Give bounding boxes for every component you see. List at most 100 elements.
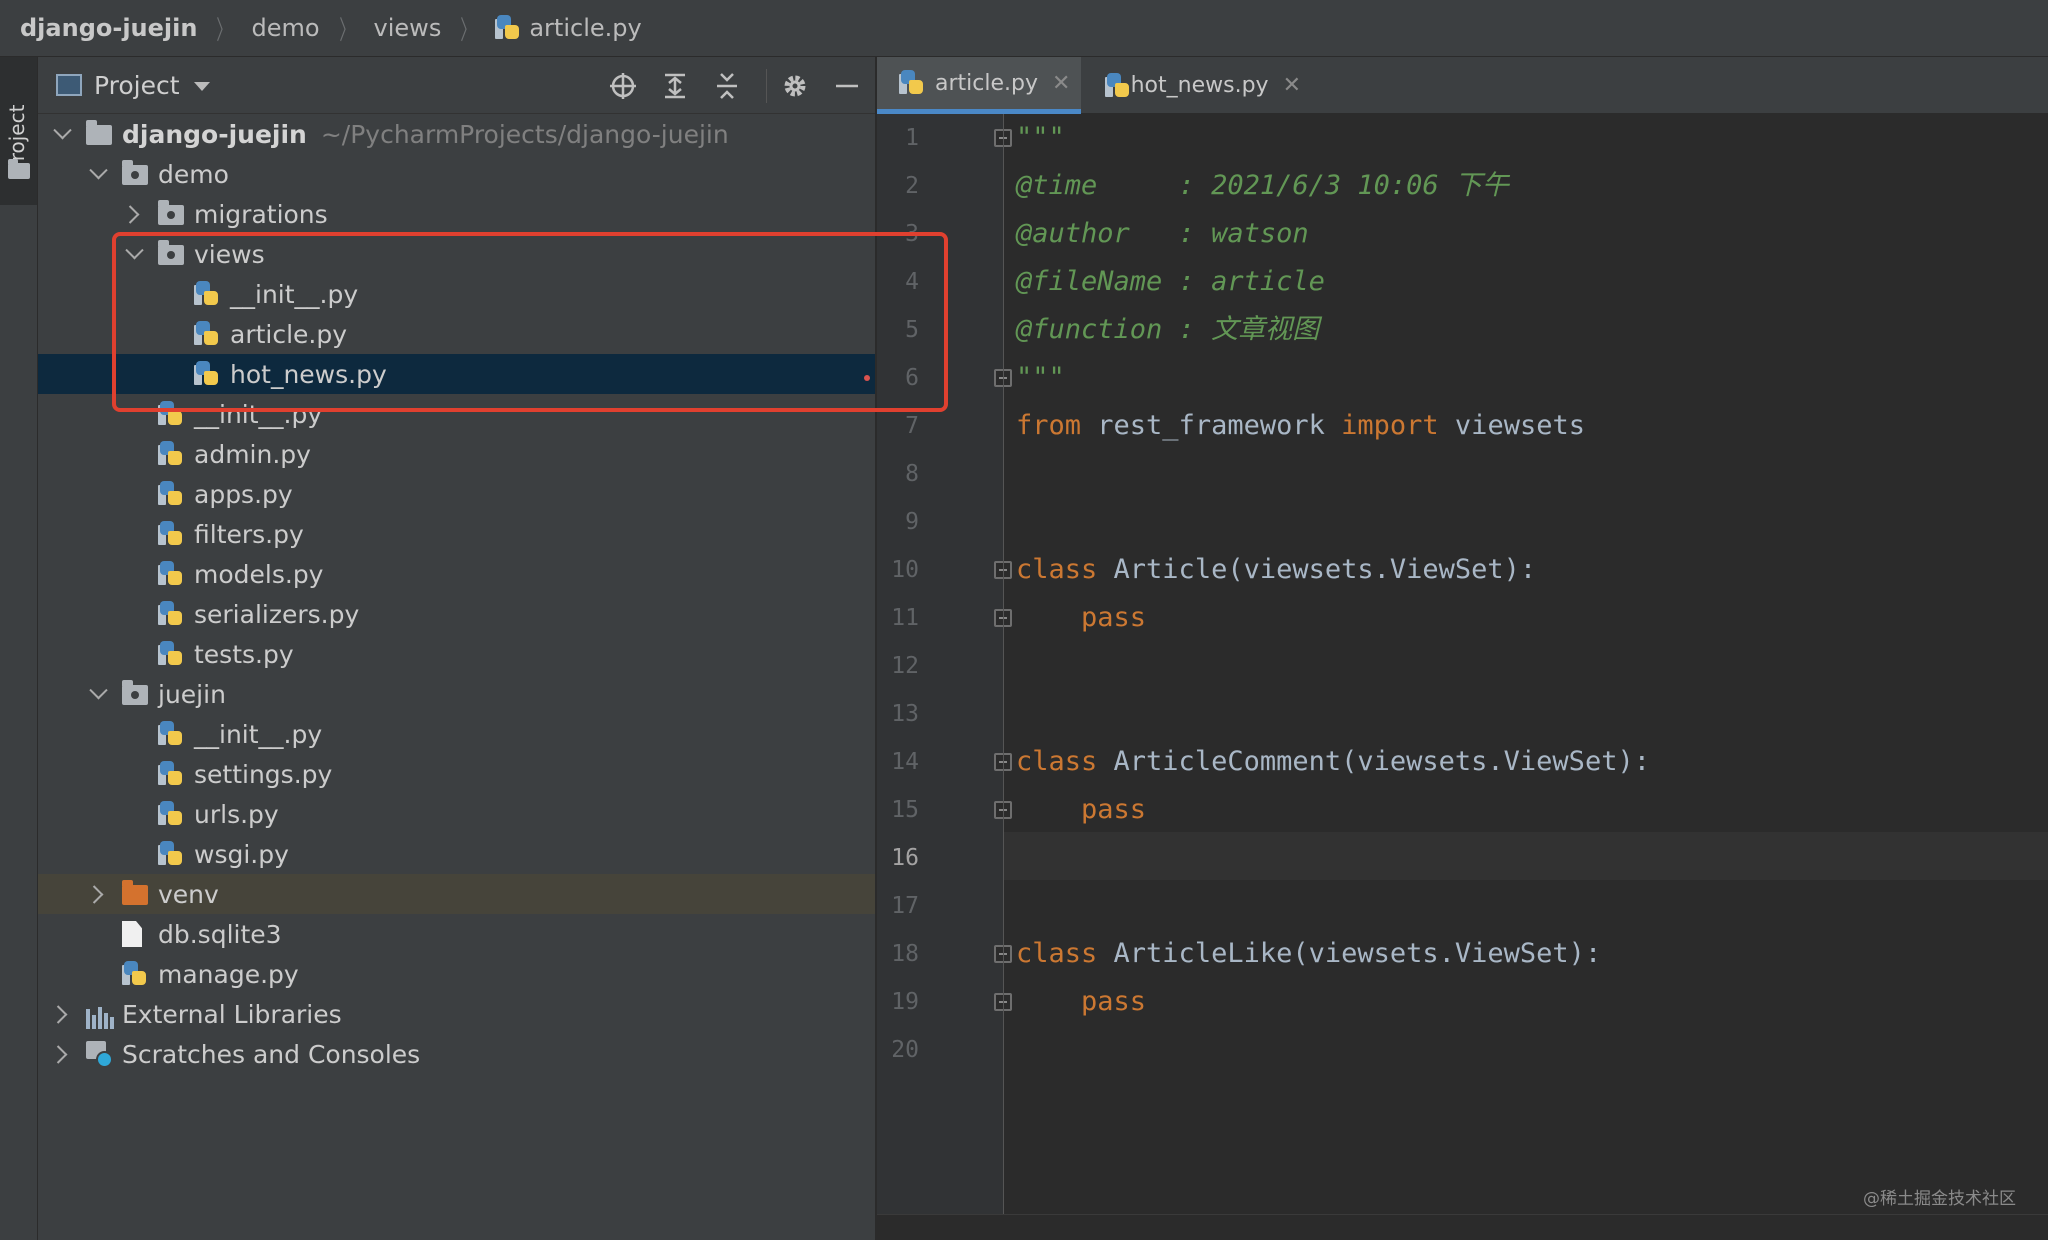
- python-file-icon: [158, 561, 184, 587]
- line-number: 13: [891, 701, 919, 727]
- tree-item-label: db.sqlite3: [158, 920, 282, 949]
- collapse-all-icon[interactable]: [712, 71, 742, 101]
- tree-item[interactable]: settings.py: [38, 754, 875, 794]
- tree-item[interactable]: db.sqlite3: [38, 914, 875, 954]
- tree-item[interactable]: migrations: [38, 194, 875, 234]
- tree-item[interactable]: juejin: [38, 674, 875, 714]
- tree-item[interactable]: __init__.py: [38, 714, 875, 754]
- python-file-icon: [158, 441, 184, 467]
- python-file-icon: [495, 15, 521, 41]
- close-icon[interactable]: ✕: [1052, 71, 1070, 96]
- code-line: @time : 2021/6/3 10:06 下午: [1016, 162, 1509, 210]
- gear-icon[interactable]: [780, 71, 810, 101]
- chevron-right-icon[interactable]: [52, 1044, 72, 1064]
- tree-item-label: serializers.py: [194, 600, 359, 629]
- breadcrumb-item-views[interactable]: views: [374, 14, 442, 42]
- folder-icon: [8, 159, 30, 179]
- tree-item[interactable]: models.py: [38, 554, 875, 594]
- line-number: 2: [905, 173, 919, 199]
- line-number: 15: [891, 797, 919, 823]
- tree-item-label: manage.py: [158, 960, 299, 989]
- tree-item[interactable]: tests.py: [38, 634, 875, 674]
- tree-item[interactable]: serializers.py: [38, 594, 875, 634]
- chevron-right-icon[interactable]: [124, 204, 144, 224]
- line-number: 17: [891, 893, 919, 919]
- python-file-icon: [158, 761, 184, 787]
- tree-item-label: migrations: [194, 200, 328, 229]
- code-docstring: @fileName : article: [1016, 266, 1325, 297]
- tree-item[interactable]: filters.py: [38, 514, 875, 554]
- tree-item[interactable]: apps.py: [38, 474, 875, 514]
- tree-item-text: filters.py: [194, 519, 304, 549]
- chevron-down-icon[interactable]: [88, 164, 108, 184]
- tree-item[interactable]: venv: [38, 874, 875, 914]
- line-number: 19: [891, 989, 919, 1015]
- breadcrumb-separator: 〉: [460, 15, 477, 46]
- expand-all-icon[interactable]: [660, 71, 690, 101]
- tree-item[interactable]: wsgi.py: [38, 834, 875, 874]
- tree-item[interactable]: admin.py: [38, 434, 875, 474]
- tree-item-text: Scratches and Consoles: [122, 1039, 421, 1069]
- tree-item-label: django-juejin ~/PycharmProjects/django-ju…: [122, 120, 729, 149]
- close-icon[interactable]: ✕: [1283, 73, 1301, 98]
- horizontal-scrollbar[interactable]: [877, 1214, 2048, 1240]
- tree-item[interactable]: Scratches and Consoles: [38, 1034, 875, 1074]
- tree-item-text: tests.py: [194, 639, 294, 669]
- breadcrumb-item-project[interactable]: django-juejin: [20, 14, 197, 42]
- breadcrumb-separator: 〉: [338, 15, 355, 46]
- current-line-highlight: [1004, 832, 2048, 880]
- tree-item[interactable]: demo: [38, 154, 875, 194]
- line-number: 9: [905, 509, 919, 535]
- python-file-icon: [158, 481, 184, 507]
- locate-file-icon[interactable]: [608, 71, 638, 101]
- tab-hot-news-py[interactable]: hot_news.py ✕: [1081, 57, 1301, 114]
- chevron-down-icon[interactable]: [52, 124, 72, 144]
- tree-item-text: manage.py: [158, 959, 299, 989]
- folder-icon: [86, 120, 112, 145]
- tree-item-label: apps.py: [194, 480, 293, 509]
- code-line: @fileName : article: [1016, 258, 1325, 306]
- left-tool-strip: Project: [0, 57, 38, 1240]
- chevron-right-icon[interactable]: [52, 1004, 72, 1024]
- breadcrumb-item-file[interactable]: article.py: [495, 14, 642, 42]
- breadcrumb-item-demo[interactable]: demo: [251, 14, 319, 42]
- code-docstring: @time : 2021/6/3 10:06 下午: [1016, 170, 1509, 201]
- line-number: 10: [891, 557, 919, 583]
- python-file-icon: [158, 641, 184, 667]
- tree-item-label: tests.py: [194, 640, 294, 669]
- code-keyword: pass: [1081, 602, 1147, 633]
- tree-item-text: urls.py: [194, 799, 279, 829]
- project-tool-window-tab[interactable]: Project: [0, 57, 37, 205]
- tab-label: article.py: [935, 70, 1038, 96]
- tree-item-label: wsgi.py: [194, 840, 289, 869]
- tree-item-label: __init__.py: [194, 720, 322, 749]
- code-keyword: import: [1341, 410, 1439, 441]
- chevron-down-icon[interactable]: [193, 82, 210, 91]
- code-line: class ArticleLike(viewsets.ViewSet):: [1016, 930, 1601, 978]
- chevron-down-icon[interactable]: [88, 684, 108, 704]
- gutter-divider: [1003, 114, 1004, 1214]
- code-line: @author : watson: [1016, 210, 1309, 258]
- tab-article-py[interactable]: article.py ✕: [877, 57, 1081, 114]
- code-token: Article(viewsets.ViewSet):: [1097, 554, 1537, 585]
- tree-item[interactable]: External Libraries: [38, 994, 875, 1034]
- code-keyword: from: [1016, 410, 1082, 441]
- code-line: pass: [1016, 978, 1146, 1026]
- tree-item-path-hint: ~/PycharmProjects/django-juejin: [320, 119, 729, 149]
- code-line: class ArticleComment(viewsets.ViewSet):: [1016, 738, 1650, 786]
- watermark: @稀土掘金技术社区: [1863, 1189, 2016, 1209]
- code-docstring: @author : watson: [1016, 218, 1309, 249]
- tree-item-text: __init__.py: [194, 719, 323, 749]
- tree-item[interactable]: manage.py: [38, 954, 875, 994]
- chevron-right-icon[interactable]: [88, 884, 108, 904]
- toolbar-divider: [766, 69, 767, 103]
- tree-item[interactable]: urls.py: [38, 794, 875, 834]
- minimize-icon[interactable]: [832, 71, 862, 101]
- code-docstring: """: [1016, 122, 1065, 153]
- tree-item[interactable]: django-juejin ~/PycharmProjects/django-ju…: [38, 114, 875, 154]
- project-view-selector[interactable]: Project: [94, 71, 180, 100]
- annotation-highlight-box: [112, 232, 948, 412]
- code-line: @function : 文章视图: [1016, 306, 1319, 354]
- project-view-icon: [56, 74, 82, 96]
